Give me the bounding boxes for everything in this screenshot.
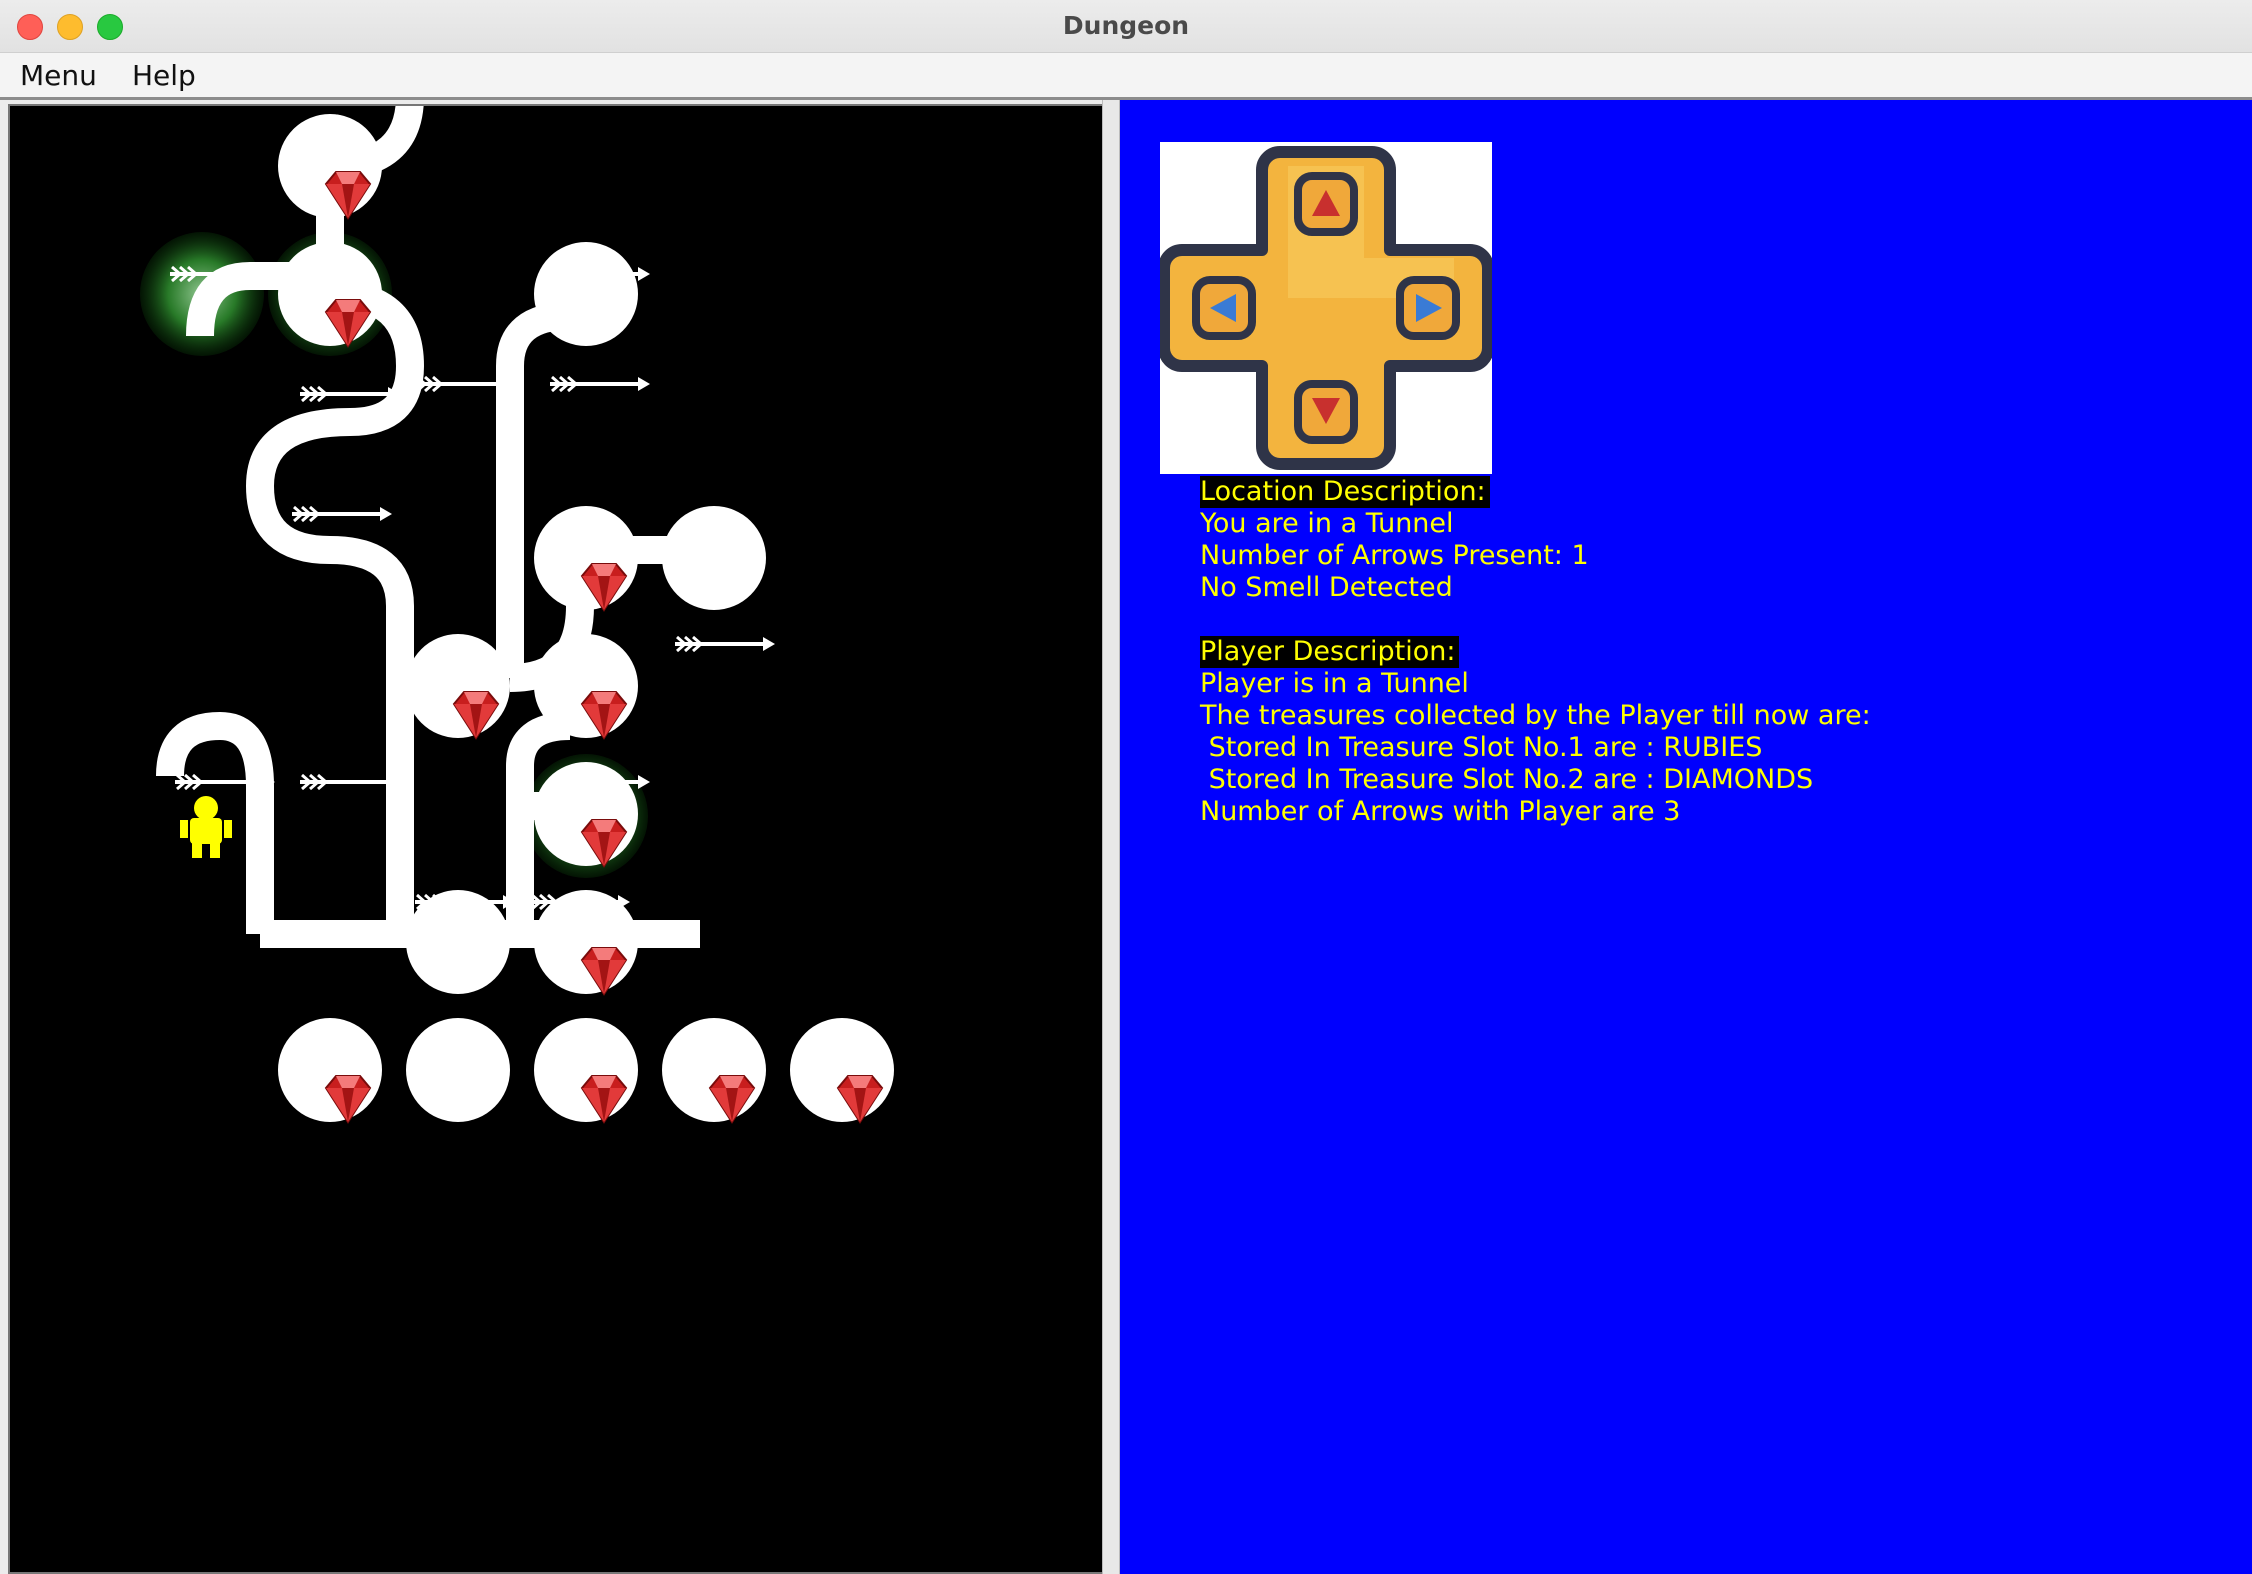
player-heading: Player Description:	[1200, 636, 1460, 668]
player-line: Player is in a Tunnel	[1200, 668, 1469, 699]
cave	[278, 1018, 382, 1122]
arrow-icon	[548, 375, 652, 393]
player-line: Number of Arrows with Player are 3	[1200, 796, 1681, 827]
player-icon	[180, 796, 232, 858]
player-line: Stored In Treasure Slot No.2 are : DIAMO…	[1200, 764, 1814, 795]
arrow-icon	[673, 635, 777, 653]
split-pane-divider[interactable]	[1102, 100, 1120, 1574]
location-heading: Location Description:	[1200, 476, 1490, 508]
cave	[278, 114, 382, 218]
arrow-icon	[298, 773, 402, 791]
arrow-icon	[290, 505, 394, 523]
info-panel: Location Description: You are in a Tunne…	[1120, 100, 2252, 1574]
location-line: Number of Arrows Present: 1	[1200, 540, 1589, 571]
cave	[534, 242, 638, 346]
location-line: No Smell Detected	[1200, 572, 1453, 603]
cave	[534, 1018, 638, 1122]
cave	[662, 1018, 766, 1122]
dpad-icon[interactable]	[1158, 142, 1494, 474]
player-line: The treasures collected by the Player ti…	[1200, 700, 1871, 731]
corridor-path	[496, 302, 571, 678]
menu-help[interactable]: Help	[132, 59, 196, 92]
location-line: You are in a Tunnel	[1200, 508, 1454, 539]
window-title: Dungeon	[1062, 11, 1190, 40]
cave	[534, 762, 638, 866]
description-text: Location Description: You are in a Tunne…	[1200, 476, 1871, 828]
cave	[534, 506, 638, 610]
cave	[278, 242, 382, 346]
cave	[662, 506, 766, 610]
menu-bar: Menu Help	[0, 53, 2252, 100]
dungeon-map	[8, 104, 1104, 1574]
title-bar: Dungeon	[0, 0, 2252, 53]
menu-menu[interactable]: Menu	[20, 59, 97, 92]
cave	[534, 634, 638, 738]
dungeon-map-canvas	[140, 106, 894, 1123]
cave	[790, 1018, 894, 1122]
cave	[406, 1018, 510, 1122]
cave	[406, 634, 510, 738]
player-line: Stored In Treasure Slot No.1 are : RUBIE…	[1200, 732, 1763, 763]
